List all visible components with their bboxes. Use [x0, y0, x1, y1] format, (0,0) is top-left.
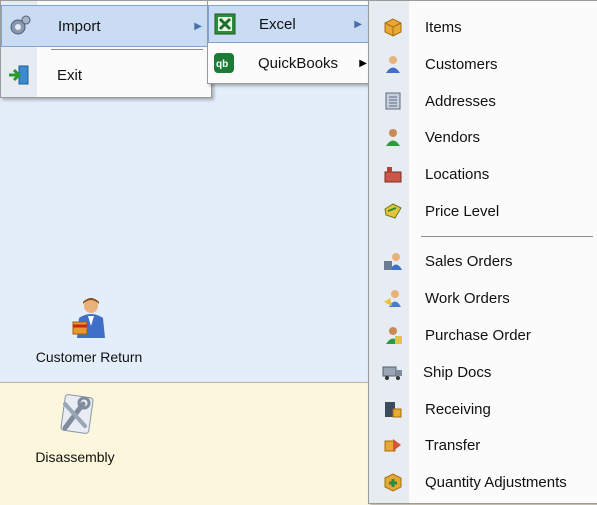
menu-item-import[interactable]: Import ▶ [1, 5, 211, 47]
menu-item-label: Purchase Order [425, 326, 531, 344]
menu-item-label: Customers [425, 55, 498, 73]
disassembly-shortcut[interactable]: Disassembly [10, 392, 140, 465]
menu-item-label: Work Orders [425, 289, 510, 307]
menu-item-exit[interactable]: Exit [1, 55, 211, 95]
transfer-icon [381, 434, 405, 456]
menu-item-transfer[interactable]: Transfer [369, 427, 597, 463]
submenu-arrow-icon: ▶ [359, 57, 367, 69]
menu-item-items[interactable]: Items [369, 9, 597, 45]
disassembly-label: Disassembly [35, 449, 115, 465]
work-order-icon [381, 287, 405, 309]
main-menu: Import ▶ Exit [0, 0, 212, 98]
disassembly-icon [60, 394, 94, 434]
menu-item-work-orders[interactable]: Work Orders [369, 280, 597, 316]
menu-item-label: Quantity Adjustments [425, 473, 567, 491]
gear-icon [8, 15, 32, 37]
excel-submenu: Items Customers Addresses Vendors Locati… [368, 0, 597, 504]
menu-item-price-level[interactable]: Price Level [369, 193, 597, 229]
svg-text:qb: qb [216, 59, 228, 70]
menu-item-label: Items [425, 18, 462, 36]
vendor-person-icon [381, 126, 405, 148]
menu-item-label: Sales Orders [425, 252, 513, 270]
building-icon [381, 163, 405, 185]
menu-item-label: Ship Docs [423, 363, 492, 381]
menu-item-quickbooks[interactable]: qb QuickBooks ▶ [208, 45, 371, 81]
adjustment-icon [381, 471, 405, 493]
customer-return-icon [72, 298, 105, 338]
menu-item-excel[interactable]: Excel ▶ [208, 5, 371, 43]
menu-item-label: Vendors [425, 128, 481, 146]
menu-item-label: Receiving [425, 400, 491, 418]
person-icon [381, 53, 405, 75]
menu-item-vendors[interactable]: Vendors [369, 119, 597, 155]
menu-item-label: Import [58, 17, 101, 35]
submenu-arrow-icon: ▶ [354, 18, 362, 30]
menu-item-ship-docs[interactable]: Ship Docs [369, 354, 597, 390]
exit-door-icon [7, 64, 31, 86]
menu-item-sales-orders[interactable]: Sales Orders [369, 243, 597, 279]
menu-item-customers[interactable]: Customers [369, 46, 597, 82]
address-book-icon [381, 90, 405, 112]
submenu-arrow-icon: ▶ [194, 20, 202, 32]
menu-item-locations[interactable]: Locations [369, 156, 597, 192]
menu-item-quantity-adjustments[interactable]: Quantity Adjustments [369, 464, 597, 500]
menu-separator [51, 49, 203, 50]
truck-icon [381, 361, 405, 383]
menu-item-purchase-order[interactable]: Purchase Order [369, 317, 597, 353]
menu-item-receiving[interactable]: Receiving [369, 391, 597, 427]
menu-separator [421, 236, 593, 237]
box-icon [381, 16, 405, 38]
sales-order-icon [381, 250, 405, 272]
menu-item-addresses[interactable]: Addresses [369, 83, 597, 119]
quickbooks-icon: qb [212, 52, 236, 74]
menu-item-label: Transfer [425, 436, 481, 454]
menu-item-label: Addresses [425, 92, 496, 110]
menu-item-label: Locations [425, 165, 490, 183]
customer-return-label: Customer Return [35, 349, 143, 365]
price-tag-icon [381, 200, 405, 222]
menu-item-label: Price Level [425, 202, 500, 220]
excel-icon [213, 13, 237, 35]
receiving-icon [381, 398, 405, 420]
purchase-order-icon [381, 324, 405, 346]
menu-item-label: Excel [259, 15, 296, 33]
customer-return-shortcut[interactable]: Customer Return [24, 296, 154, 365]
import-submenu: Excel ▶ qb QuickBooks ▶ [207, 0, 372, 84]
menu-item-label: QuickBooks [258, 54, 339, 72]
menu-item-label: Exit [57, 66, 83, 84]
